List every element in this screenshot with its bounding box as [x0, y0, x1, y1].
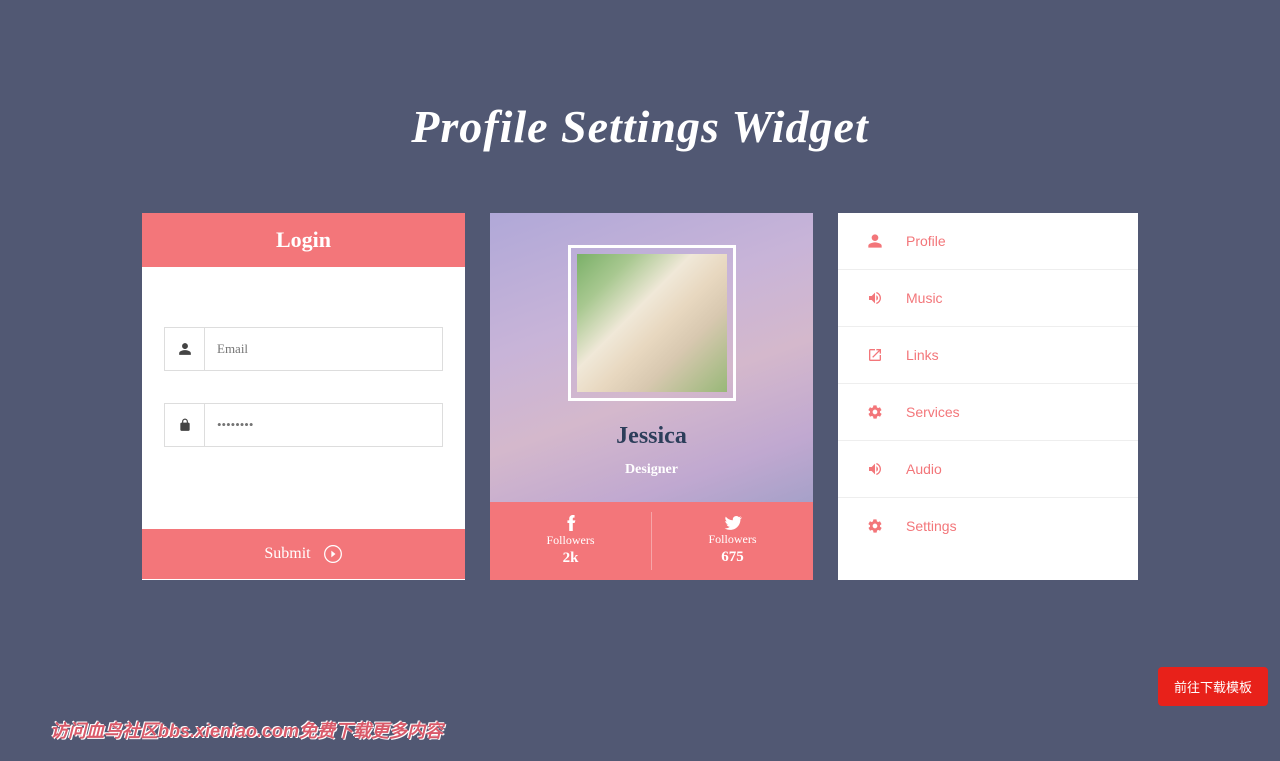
fb-followers-value: 2k	[563, 550, 579, 567]
menu-item-services[interactable]: Services	[838, 384, 1138, 441]
password-field[interactable]	[205, 404, 442, 446]
tw-followers-value: 675	[721, 549, 744, 566]
password-input-group	[164, 403, 443, 447]
avatar	[577, 254, 727, 392]
facebook-icon	[566, 515, 576, 531]
menu-label: Settings	[906, 518, 957, 534]
menu-item-profile[interactable]: Profile	[838, 213, 1138, 270]
profile-name: Jessica	[616, 423, 687, 450]
services-icon	[866, 404, 884, 420]
music-icon	[866, 290, 884, 306]
avatar-frame	[568, 245, 736, 401]
submit-label: Submit	[264, 545, 310, 563]
lock-icon	[165, 404, 205, 446]
email-field[interactable]	[205, 328, 442, 370]
profile-card: Jessica Designer Followers 2k Followers …	[490, 213, 813, 580]
stat-facebook[interactable]: Followers 2k	[490, 512, 652, 570]
menu-label: Music	[906, 290, 943, 306]
arrow-right-icon	[323, 544, 343, 564]
menu-label: Profile	[906, 233, 946, 249]
menu-label: Links	[906, 347, 939, 363]
menu-card: Profile Music Links Services Audio	[838, 213, 1138, 580]
stats-bar: Followers 2k Followers 675	[490, 502, 813, 580]
audio-icon	[866, 461, 884, 477]
stat-twitter[interactable]: Followers 675	[652, 502, 813, 580]
watermark-text: 访问血鸟社区bbs.xieniao.com免费下载更多内容	[50, 717, 443, 743]
menu-item-music[interactable]: Music	[838, 270, 1138, 327]
twitter-icon	[724, 516, 742, 530]
login-form	[142, 267, 465, 529]
profile-role: Designer	[625, 462, 678, 478]
settings-icon	[866, 518, 884, 534]
menu-item-settings[interactable]: Settings	[838, 498, 1138, 554]
menu-item-links[interactable]: Links	[838, 327, 1138, 384]
submit-button[interactable]: Submit	[142, 529, 465, 579]
email-input-group	[164, 327, 443, 371]
download-button[interactable]: 前往下载模板	[1158, 667, 1268, 706]
menu-label: Audio	[906, 461, 942, 477]
widget-row: Login Submit Jessica Designe	[0, 213, 1280, 580]
user-icon	[165, 328, 205, 370]
links-icon	[866, 347, 884, 363]
login-heading: Login	[142, 213, 465, 267]
profile-icon	[866, 233, 884, 249]
menu-item-audio[interactable]: Audio	[838, 441, 1138, 498]
login-card: Login Submit	[142, 213, 465, 580]
menu-label: Services	[906, 404, 960, 420]
page-title: Profile Settings Widget	[0, 100, 1280, 153]
fb-followers-label: Followers	[547, 533, 595, 548]
tw-followers-label: Followers	[709, 532, 757, 547]
